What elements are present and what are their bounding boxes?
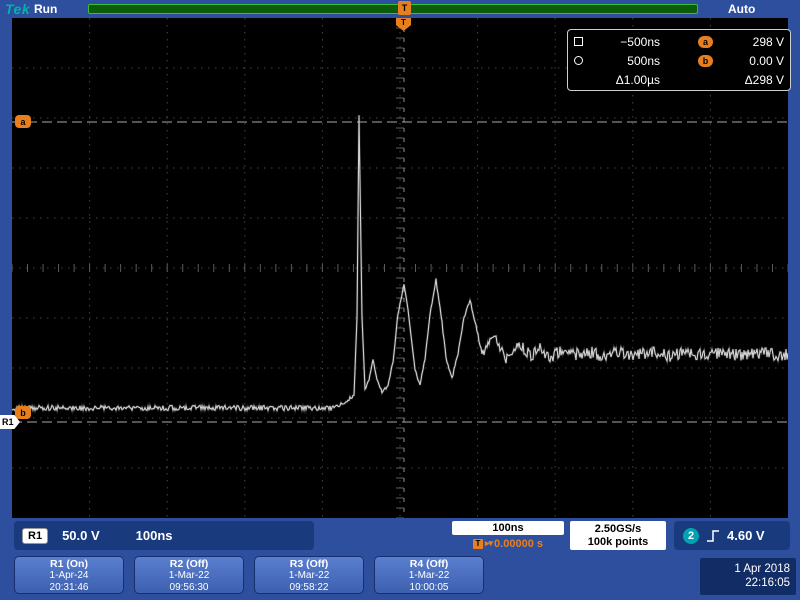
button-date: 1-Apr-24 bbox=[15, 570, 123, 582]
cursor-a-shape-icon bbox=[574, 37, 583, 46]
date-text: 1 Apr 2018 bbox=[706, 562, 790, 576]
reference-button-r1[interactable]: R1 (On) 1-Apr-24 20:31:46 bbox=[14, 556, 124, 594]
horizontal-scale-readout: 100ns bbox=[452, 521, 564, 535]
button-date: 1-Mar-22 bbox=[255, 570, 363, 582]
rising-edge-icon bbox=[706, 529, 720, 543]
reference-button-r2[interactable]: R2 (Off) 1-Mar-22 09:56:30 bbox=[134, 556, 244, 594]
trigger-arrow-icon: ▸▾ bbox=[485, 538, 492, 549]
reference-scale-readout: R1 50.0 V 100ns bbox=[14, 521, 314, 550]
cursor-a-badge-icon: a bbox=[698, 36, 713, 48]
button-time: 09:58:22 bbox=[255, 582, 363, 594]
reference-button-r3[interactable]: R3 (Off) 1-Mar-22 09:58:22 bbox=[254, 556, 364, 594]
trigger-mode-status: Auto bbox=[728, 2, 755, 16]
waveform-plot bbox=[12, 18, 788, 518]
reference-channel-badge: R1 bbox=[22, 528, 48, 544]
record-trigger-position-icon: T bbox=[398, 1, 411, 15]
cursor-readout: −500ns a 298 V 500ns b 0.00 V Δ1.00µs Δ2… bbox=[567, 29, 791, 91]
cursor-b-time: 500ns bbox=[594, 54, 660, 68]
cursor-a-time: −500ns bbox=[594, 35, 660, 49]
acquisition-state: Run bbox=[34, 2, 57, 16]
reference-vertical-scale: 50.0 V bbox=[62, 528, 100, 543]
cursor-a-voltage: 298 V bbox=[720, 35, 784, 49]
status-bar: Tek Run T Auto bbox=[0, 0, 800, 18]
reference-button-r4[interactable]: R4 (Off) 1-Mar-22 10:00:05 bbox=[374, 556, 484, 594]
button-label: R1 (On) bbox=[15, 558, 123, 570]
cursor-b-shape-icon bbox=[574, 56, 583, 65]
button-date: 1-Mar-22 bbox=[135, 570, 243, 582]
sample-rate: 2.50GS/s bbox=[595, 523, 641, 536]
button-time: 10:00:05 bbox=[375, 582, 483, 594]
trigger-source-badge: 2 bbox=[683, 528, 699, 544]
cursor-a-handle[interactable]: a bbox=[15, 115, 31, 128]
cursor-b-badge-icon: b bbox=[698, 55, 713, 67]
button-label: R2 (Off) bbox=[135, 558, 243, 570]
button-time: 20:31:46 bbox=[15, 582, 123, 594]
acquisition-readout: 2.50GS/s 100k points bbox=[570, 521, 666, 550]
trigger-position-readout: T ▸▾ 0.00000 s bbox=[452, 537, 564, 550]
record-view-bar bbox=[88, 4, 698, 14]
trigger-level: 4.60 V bbox=[727, 528, 765, 543]
time-text: 22:16:05 bbox=[706, 576, 790, 590]
button-time: 09:56:30 bbox=[135, 582, 243, 594]
button-date: 1-Mar-22 bbox=[375, 570, 483, 582]
cursor-delta-time: Δ1.00µs bbox=[594, 73, 660, 87]
trigger-position-value: 0.00000 s bbox=[494, 538, 543, 550]
cursor-b-handle[interactable]: b bbox=[15, 406, 31, 419]
trigger-t-icon: T bbox=[473, 539, 483, 549]
reference-time-scale: 100ns bbox=[136, 528, 173, 543]
trigger-readout: 2 4.60 V bbox=[674, 521, 790, 550]
oscilloscope-display: Tek Run T Auto T a b R1 −500ns a 298 V 5… bbox=[0, 0, 800, 600]
tek-logo: Tek bbox=[5, 1, 30, 17]
record-length: 100k points bbox=[588, 536, 649, 549]
button-label: R3 (Off) bbox=[255, 558, 363, 570]
datetime-display: 1 Apr 2018 22:16:05 bbox=[700, 558, 796, 595]
cursor-delta-voltage: Δ298 V bbox=[720, 73, 784, 87]
graticule-area: T a b bbox=[12, 18, 788, 518]
cursor-b-voltage: 0.00 V bbox=[720, 54, 784, 68]
button-label: R4 (Off) bbox=[375, 558, 483, 570]
